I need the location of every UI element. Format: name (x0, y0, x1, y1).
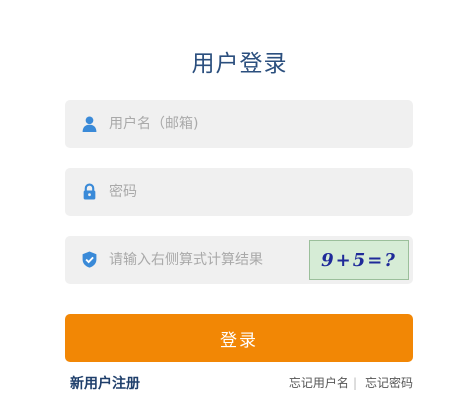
captcha-image[interactable]: 9+5=? (309, 240, 409, 280)
login-button[interactable]: 登录 (65, 314, 413, 362)
captcha-input[interactable] (109, 236, 319, 284)
captcha-field: 9+5=? (65, 236, 413, 284)
user-icon (82, 116, 97, 132)
shield-check-icon (82, 251, 97, 268)
username-field (65, 100, 413, 148)
username-input[interactable] (109, 100, 399, 148)
lock-icon (83, 183, 96, 200)
forgot-password-link[interactable]: 忘记密码 (365, 374, 413, 391)
login-form: 用户登录 9+5=? 登录 新用户注册 忘记用户名 | 忘记密码 (0, 0, 459, 406)
password-input[interactable] (109, 168, 399, 216)
forgot-username-link[interactable]: 忘记用户名 (289, 374, 349, 391)
password-field (65, 168, 413, 216)
forgot-links: 忘记用户名 | 忘记密码 (289, 374, 413, 391)
page-title: 用户登录 (191, 51, 288, 77)
link-separator: | (352, 375, 357, 390)
register-link[interactable]: 新用户注册 (70, 373, 140, 393)
